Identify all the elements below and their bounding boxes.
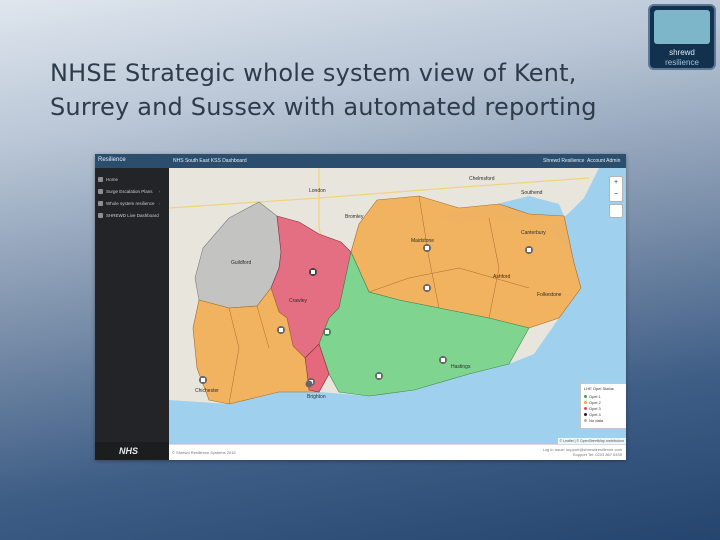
slide-title: NHSE Strategic whole system view of Kent… (50, 56, 650, 124)
map-label-brighton: Brighton (307, 394, 326, 400)
sidebar-item-label: Home (106, 177, 119, 182)
map-label-folkestone: Folkestone (537, 292, 562, 298)
top-link-shrewd-resilience[interactable]: Shrewd Resilience (543, 158, 584, 164)
hospital-marker[interactable] (423, 244, 431, 252)
legend-label: Opel 4 (589, 412, 601, 417)
sidebar-item-surge-escalation-plans[interactable]: Surge Escalation Plans › (98, 188, 168, 198)
hospital-marker[interactable] (323, 328, 331, 336)
legend-dot-icon (584, 395, 587, 399)
app-footer: © Shrewd Resilience Systems 2019 Log in … (169, 444, 626, 460)
app-name[interactable]: Resilience (98, 157, 126, 163)
logo-text-resilience: resilience (665, 58, 699, 67)
zoom-control: + − (609, 176, 623, 202)
dashboard-icon (98, 213, 103, 218)
region-map[interactable]: London Bromley Chelmsford Southend Maids… (169, 168, 626, 444)
map-label-chichester: Chichester (195, 388, 219, 394)
hospital-marker[interactable] (305, 380, 313, 388)
hospital-marker[interactable] (423, 284, 431, 292)
logo-text-shrewd: shrewd (669, 48, 695, 57)
nhs-logo: NHS (95, 442, 169, 460)
map-label-ashford: Ashford (493, 274, 510, 280)
map-label-maidstone: Maidstone (411, 238, 434, 244)
map-label-southend: Southend (521, 190, 543, 196)
legend-label: Opel 2 (589, 400, 601, 405)
shrewd-resilience-logo: shrewd resilience (648, 4, 716, 70)
chevron-right-icon: › (158, 201, 161, 206)
app-screenshot: Resilience NHS South East KSS Dashboard … (95, 154, 626, 460)
dashboard-title: NHS South East KSS Dashboard (173, 158, 247, 164)
sidebar-item-home[interactable]: Home (98, 176, 168, 186)
hospital-marker[interactable] (309, 268, 317, 276)
hospital-marker[interactable] (439, 356, 447, 364)
sidebar-item-label: SHREWD Live Dashboard (106, 213, 159, 218)
support-phone: Support Tel: 0203 867 6439 (572, 452, 622, 457)
layers-icon[interactable] (609, 204, 623, 218)
sidebar-item-label: Surge Escalation Plans (106, 189, 153, 194)
hospital-marker[interactable] (277, 326, 285, 334)
zoom-in-button[interactable]: + (610, 177, 622, 189)
map-legend: LHE Opel Status Opel 1 Opel 2 Opel 3 Ope… (580, 383, 626, 429)
sidebar-item-whole-system-resilience[interactable]: Whole system resilience › (98, 200, 168, 210)
legend-label: Opel 3 (589, 406, 601, 411)
map-label-hastings: Hastings (451, 364, 471, 370)
footer-support: Log in issue: support@shrewdresilience.c… (543, 447, 622, 457)
top-bar: Resilience NHS South East KSS Dashboard … (95, 154, 626, 168)
sidebar-item-label: Whole system resilience (106, 201, 155, 206)
sidebar: Home Surge Escalation Plans › Whole syst… (95, 168, 169, 460)
sidebar-item-shrewd-live-dashboard[interactable]: SHREWD Live Dashboard (98, 212, 168, 222)
map-label-crawley: Crawley (289, 298, 308, 304)
hospital-marker[interactable] (199, 376, 207, 384)
map-label-london: London (309, 188, 326, 194)
legend-item: No data (584, 418, 603, 424)
zoom-out-button[interactable]: − (610, 189, 622, 201)
map-label-canterbury: Canterbury (521, 230, 546, 236)
hospital-marker[interactable] (525, 246, 533, 254)
logo-tile (654, 10, 710, 44)
map-label-bromley: Bromley (345, 214, 364, 220)
slide-title-line-2: Surrey and Sussex with automated reporti… (50, 93, 597, 121)
hospital-marker[interactable] (375, 372, 383, 380)
footer-copyright: © Shrewd Resilience Systems 2019 (172, 450, 236, 455)
map-label-chelmsford: Chelmsford (469, 176, 495, 182)
nhs-logo-text: NHS (119, 446, 139, 456)
legend-dot-icon (584, 413, 587, 417)
top-link-account-admin[interactable]: Account Admin (587, 158, 620, 164)
legend-label: Opel 1 (589, 394, 601, 399)
document-icon (98, 189, 103, 194)
legend-title: LHE Opel Status (584, 386, 614, 391)
chevron-right-icon: › (158, 189, 161, 194)
legend-label: No data (589, 418, 604, 423)
slide-title-line-1: NHSE Strategic whole system view of Kent… (50, 59, 577, 87)
legend-dot-icon (584, 419, 587, 423)
map-canvas[interactable]: London Bromley Chelmsford Southend Maids… (169, 168, 626, 444)
legend-dot-icon (584, 401, 587, 405)
globe-icon (98, 201, 103, 206)
home-icon (98, 177, 103, 182)
map-label-guildford: Guildford (231, 260, 252, 266)
legend-dot-icon (584, 407, 587, 411)
